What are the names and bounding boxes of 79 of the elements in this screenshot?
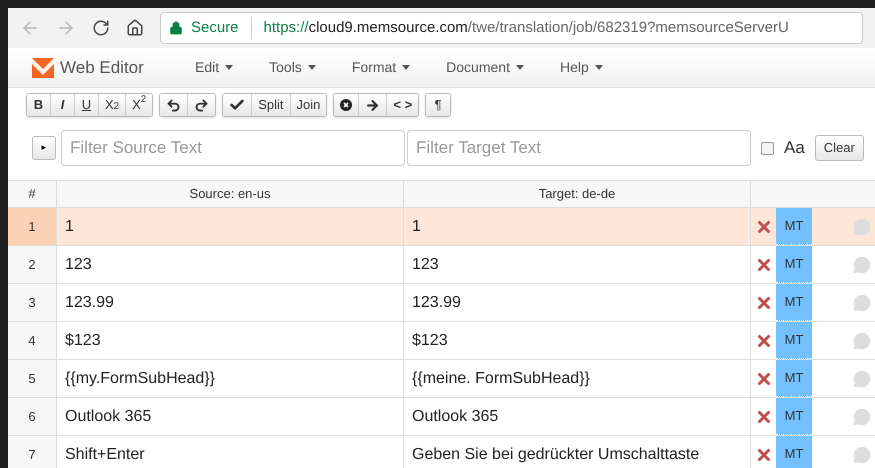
mt-badge: MT — [776, 284, 812, 321]
subscript-button[interactable]: X$_{2}$ — [99, 94, 126, 116]
caret-icon — [225, 65, 234, 70]
menu-item[interactable]: Tools — [269, 57, 316, 78]
source-cell: Shift+Enter — [57, 436, 404, 468]
segment-row[interactable]: 4 $123 $123 MT — [8, 322, 875, 360]
filter-target-field[interactable]: Filter Target Text — [407, 130, 751, 166]
expand-button[interactable]: ▸ — [32, 136, 56, 160]
target-cell[interactable]: 123.99 — [404, 284, 751, 321]
mt-badge: MT — [776, 246, 812, 283]
mt-badge: MT — [776, 208, 812, 245]
tags-button[interactable]: < > — [387, 94, 418, 116]
menu-item[interactable]: Document — [446, 57, 524, 78]
target-cell[interactable]: $123 — [404, 322, 751, 359]
home-icon[interactable] — [126, 19, 144, 37]
undo-button[interactable] — [160, 94, 188, 116]
segment-row[interactable]: 2 123 123 MT — [8, 246, 875, 284]
underline-button[interactable]: U — [75, 94, 99, 116]
row-number: 2 — [8, 246, 57, 283]
row-number: 1 — [8, 208, 57, 245]
app-title: Web Editor — [60, 56, 145, 79]
match-case-label: Aa — [784, 137, 805, 160]
source-cell: {{my.FormSubHead}} — [57, 360, 404, 397]
reload-icon[interactable] — [92, 19, 110, 37]
segment-row[interactable]: 1 1 1 MT — [8, 208, 875, 246]
column-header: # — [8, 181, 57, 207]
row-number: 4 — [8, 322, 57, 359]
toolbar-button[interactable]: Join — [290, 94, 326, 116]
caret-icon — [594, 65, 603, 70]
redo-icon — [194, 98, 210, 112]
segment-row[interactable]: 5 {{my.FormSubHead}} {{meine. FormSubHead}} MT — [8, 360, 875, 398]
target-cell[interactable]: 1 — [404, 208, 751, 245]
filter-source-field[interactable]: Filter Source Text — [61, 130, 405, 166]
segment-row[interactable]: 6 Outlook 365 Outlook 365 MT — [8, 398, 875, 436]
clear-button[interactable]: Clear — [814, 135, 864, 161]
toolbar-button[interactable]: Split — [252, 94, 291, 116]
arrow-right-icon — [365, 98, 380, 112]
redo-button[interactable] — [188, 94, 216, 116]
url-text: https://cloud9.memsource.com/twe/translation/job/682319?memsourceServerU — [264, 18, 789, 38]
lock-icon — [169, 21, 183, 35]
mt-badge: MT — [776, 360, 812, 397]
row-number: 3 — [8, 284, 57, 321]
source-cell: Outlook 365 — [57, 398, 404, 435]
clear-tags-button[interactable] — [334, 94, 360, 116]
row-number: 6 — [8, 398, 57, 435]
app-logo-icon — [32, 58, 54, 78]
mt-badge: MT — [776, 436, 812, 468]
italic-button[interactable]: I — [51, 94, 75, 116]
caret-icon — [516, 65, 524, 70]
menu-item[interactable]: Help — [560, 57, 603, 78]
mt-badge: MT — [776, 322, 812, 359]
target-cell[interactable]: Geben Sie bei gedrückter Umschalttaste — [404, 436, 751, 468]
bold-button[interactable]: B — [27, 94, 51, 116]
column-header: Target: de-de — [404, 181, 751, 207]
undo-icon — [166, 98, 182, 112]
match-case-checkbox[interactable] — [761, 142, 774, 154]
secure-label: Secure — [191, 16, 252, 40]
source-cell: $123 — [57, 322, 404, 359]
close-circle-icon — [340, 99, 352, 111]
superscript-button[interactable]: X$^{2}$ — [126, 94, 152, 116]
target-cell[interactable]: Outlook 365 — [404, 398, 751, 435]
toolbar-button[interactable]: ¶ — [426, 94, 450, 116]
target-cell[interactable]: 123 — [404, 246, 751, 283]
source-cell: 123 — [57, 246, 404, 283]
segment-row[interactable]: 3 123.99 123.99 MT — [8, 284, 875, 322]
mt-badge: MT — [776, 398, 812, 435]
confirm-button[interactable] — [223, 94, 252, 116]
copy-source-button[interactable] — [359, 94, 388, 116]
source-cell: 123.99 — [57, 284, 404, 321]
menu-item[interactable]: Edit — [195, 57, 234, 78]
row-number: 7 — [8, 436, 57, 468]
row-number: 5 — [8, 360, 57, 397]
menu-item[interactable]: Format — [352, 57, 410, 78]
target-cell[interactable]: {{meine. FormSubHead}} — [404, 360, 751, 397]
address-bar[interactable]: Secure https://cloud9.memsource.com/twe/translation/job/682319?memsourceServerU — [160, 12, 863, 44]
source-cell: 1 — [57, 208, 404, 245]
column-header: Source: en-us — [57, 181, 404, 207]
caret-icon — [308, 65, 316, 70]
caret-icon — [402, 65, 410, 70]
